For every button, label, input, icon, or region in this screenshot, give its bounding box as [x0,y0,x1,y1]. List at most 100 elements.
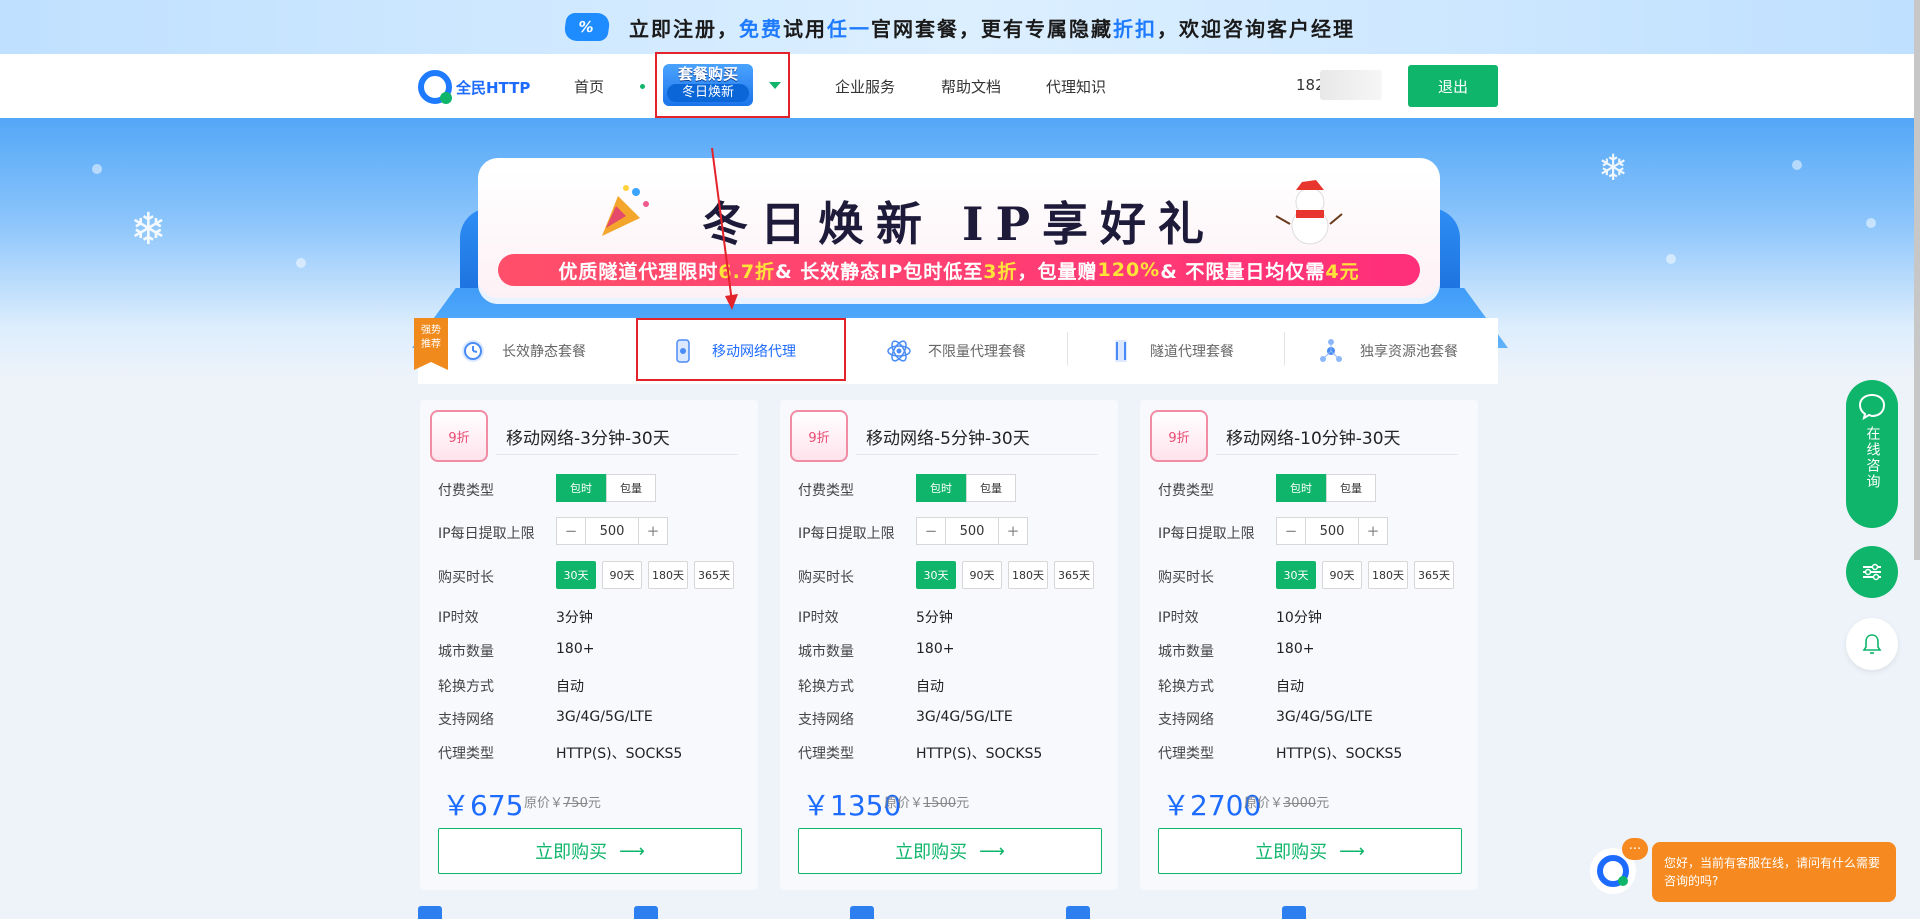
duration-label: 购买时长 [1158,570,1214,586]
snowflake-icon: ❄ [130,204,167,255]
pay-type-option[interactable]: 包量 [966,474,1016,502]
original-price-unit: 元 [1316,796,1330,811]
limit-value[interactable]: 500 [585,518,639,544]
duration-option[interactable]: 30天 [1276,561,1316,589]
pay-type-toggle: 包时 包量 [916,474,1016,502]
feature-icon [850,906,874,919]
pay-type-option[interactable]: 包量 [1326,474,1376,502]
buy-now-label: 立即购买 [895,842,968,863]
package-badge-line1: 套餐购买 [677,65,738,83]
nav-package-purchase[interactable]: 套餐购买 冬日焕新 [655,52,790,118]
package-card: 9折 移动网络-5分钟-30天 付费类型 包时 包量 IP每日提取上限 − 500… [780,400,1118,890]
package-badge-line2: 冬日焕新 [667,84,749,102]
limit-value[interactable]: 500 [945,518,999,544]
original-price-currency: ￥ [1270,796,1284,811]
logout-button[interactable]: 退出 [1408,65,1498,107]
nav-knowledge[interactable]: 代理知识 [1046,76,1106,97]
notification-button[interactable] [1846,618,1898,670]
promo-bar[interactable]: % 立即注册， 免费 试用 任一 官网套餐，更有专属隐藏 折扣 ，欢迎咨询客户经… [0,0,1920,54]
chevron-down-icon[interactable] [769,82,781,89]
pay-type-label: 付费类型 [438,483,494,499]
original-price-label: 原价 [884,796,911,811]
site-logo[interactable]: 全民HTTP [418,70,530,104]
current-price: ￥675 [442,789,524,822]
consult-label: 在线咨询 [1864,426,1881,490]
duration-option[interactable]: 365天 [1054,561,1094,589]
network-label: 支持网络 [438,712,494,728]
pay-type-option[interactable]: 包时 [556,474,606,502]
pay-type-option[interactable]: 包时 [1276,474,1326,502]
online-consult-button[interactable]: 在线咨询 [1846,380,1898,528]
banner-sub-b: 6.7折 [718,260,776,283]
network-label: 支持网络 [1158,712,1214,728]
tab-dedicated-pool[interactable]: 独享资源池套餐 [1316,318,1458,384]
original-price-label: 原价 [1244,796,1271,811]
promo-text-5: 官网套餐，更有专属隐藏 [871,16,1113,41]
minus-icon[interactable]: − [917,518,945,544]
active-tab-highlight [636,318,846,381]
promo-text-7: ，欢迎咨询客户经理 [1157,16,1355,41]
page-scrollbar[interactable] [1914,0,1920,560]
top-nav: 全民HTTP 首页 套餐购买 冬日焕新 企业服务 帮助文档 代理知识 182 退… [0,52,1920,118]
arrow-right-icon: ⟶ [1339,840,1365,862]
ip-valid-label: IP时效 [1158,610,1199,626]
nav-home[interactable]: 首页 [574,76,604,97]
banner-sub-g: & 不限量日均仅需 [1160,260,1326,283]
card-divider [856,454,1098,455]
rotate-value: 自动 [916,679,944,695]
buy-now-button[interactable]: 立即购买 ⟶ [798,828,1102,874]
pay-type-option[interactable]: 包量 [606,474,656,502]
snowflake-icon: ❄ [1598,148,1629,189]
network-value: 3G/4G/5G/LTE [916,709,1013,725]
buy-now-button[interactable]: 立即购买 ⟶ [1158,828,1462,874]
tab-unlimited-package[interactable]: 不限量代理套餐 [884,318,1026,384]
plus-icon[interactable]: + [1359,518,1387,544]
duration-option[interactable]: 30天 [556,561,596,589]
tab-static-package[interactable]: 长效静态套餐 [458,318,586,384]
buy-now-button[interactable]: 立即购买 ⟶ [438,828,742,874]
cities-label: 城市数量 [798,644,854,660]
duration-option[interactable]: 365天 [1414,561,1454,589]
cities-label: 城市数量 [1158,644,1214,660]
duration-option[interactable]: 180天 [1008,561,1048,589]
filter-button[interactable] [1846,546,1898,598]
card-divider [496,454,738,455]
duration-option[interactable]: 90天 [962,561,1002,589]
banner-subtitle: 优质隧道代理限时 6.7折 & 长效静态IP包时低至 3折 ，包量赠 120% … [498,254,1420,286]
nav-help[interactable]: 帮助文档 [941,76,1001,97]
feature-item [634,906,850,919]
snowman-icon [1275,180,1343,245]
proxy-type-value: HTTP(S)、SOCKS5 [916,746,1043,762]
plus-icon[interactable]: + [639,518,667,544]
duration-option[interactable]: 180天 [1368,561,1408,589]
tab-tunnel-package[interactable]: 隧道代理套餐 [1106,318,1234,384]
buy-now-label: 立即购买 [535,842,608,863]
card-header: 9折 移动网络-10分钟-30天 [1150,410,1468,464]
minus-icon[interactable]: − [1277,518,1305,544]
duration-option[interactable]: 90天 [1322,561,1362,589]
banner-sub-e: ，包量赠 [1017,260,1098,283]
promo-text-3: 试用 [783,16,827,41]
duration-option[interactable]: 90天 [602,561,642,589]
original-price: 原价￥3000元 [1244,792,1329,811]
limit-value[interactable]: 500 [1305,518,1359,544]
plus-icon[interactable]: + [999,518,1027,544]
banner-sub-d: 3折 [983,260,1018,283]
tab-label: 隧道代理套餐 [1150,344,1234,360]
card-title: 移动网络-10分钟-30天 [1226,429,1401,449]
logo-mark-icon [418,70,452,104]
banner-sub-a: 优质隧道代理限时 [558,260,719,283]
percent-badge-icon: % [563,13,611,41]
pay-type-option[interactable]: 包时 [916,474,966,502]
duration-label: 购买时长 [798,570,854,586]
minus-icon[interactable]: − [557,518,585,544]
duration-option[interactable]: 180天 [648,561,688,589]
package-card: 9折 移动网络-3分钟-30天 付费类型 包时 包量 IP每日提取上限 − 500… [420,400,758,890]
winter-promo-banner[interactable]: 冬日焕新 IP享好礼 优质隧道代理限时 6.7折 & 长效静态IP包时低至 3折… [478,158,1440,304]
duration-option[interactable]: 30天 [916,561,956,589]
duration-option[interactable]: 365天 [694,561,734,589]
snow-dot [92,164,102,174]
nav-enterprise[interactable]: 企业服务 [835,76,895,97]
phone-mask [1320,70,1382,100]
chat-message[interactable]: 您好，当前有客服在线，请问有什么需要咨询的吗? [1652,842,1896,902]
